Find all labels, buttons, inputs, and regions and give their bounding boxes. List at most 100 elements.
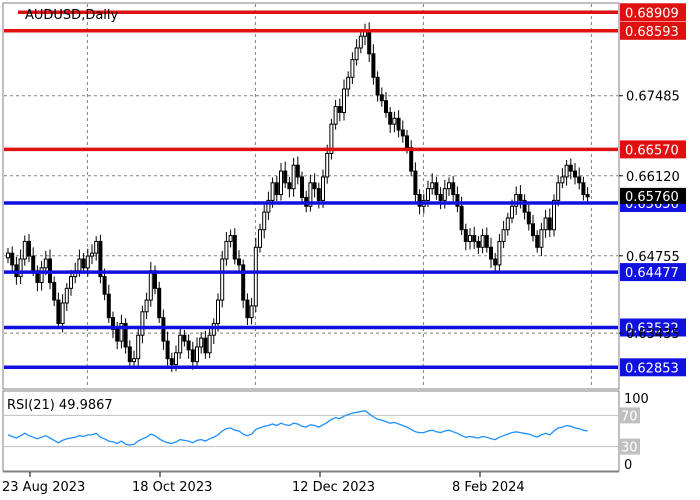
candle-body	[480, 235, 485, 248]
candle-body	[413, 170, 418, 196]
candle-body	[505, 217, 510, 231]
candle-body	[27, 240, 31, 257]
candle-body	[321, 176, 325, 201]
candle-body	[203, 337, 208, 354]
candle-body	[358, 35, 363, 49]
candle-body	[102, 276, 107, 295]
candle-body	[497, 240, 502, 266]
candle-body	[140, 311, 145, 336]
candle-body	[18, 258, 23, 278]
candle-body	[426, 188, 430, 201]
candle-body	[136, 334, 141, 360]
candle-body	[270, 182, 275, 201]
candle-body	[90, 252, 94, 257]
candle-body	[468, 235, 472, 242]
candle-body	[77, 258, 82, 272]
candle-body	[577, 176, 582, 184]
level-price-label: 0.64477	[625, 266, 679, 281]
rsi-level-label: 70	[621, 409, 638, 424]
candle-body	[127, 346, 132, 363]
candle-body	[144, 299, 149, 313]
candle-body	[342, 88, 346, 113]
candle-body	[388, 111, 393, 125]
rsi-axis-label: 100	[624, 392, 649, 407]
candle-body	[56, 299, 61, 325]
candle-body	[249, 305, 254, 319]
candle-body	[539, 229, 544, 248]
candle-body	[518, 194, 523, 201]
candle-body	[81, 258, 86, 269]
candle-body	[94, 240, 99, 254]
candle-body	[64, 287, 69, 304]
candle-body	[354, 47, 359, 61]
candle-body	[573, 170, 577, 178]
price-tick-label: 0.67485	[626, 90, 680, 105]
candle-body	[489, 246, 493, 260]
current-price-label: 0.65760	[625, 190, 679, 205]
candle-body	[484, 235, 489, 248]
candle-body	[438, 194, 443, 201]
candle-body	[493, 258, 498, 266]
candle-body	[207, 334, 212, 354]
candle-body	[476, 240, 481, 248]
candle-body	[190, 349, 195, 363]
candle-body	[560, 176, 565, 184]
candle-body	[178, 334, 183, 354]
candle-body	[52, 281, 57, 301]
candle-body	[405, 135, 409, 149]
candle-body	[69, 276, 73, 289]
candle-body	[543, 217, 548, 231]
candle-body	[279, 170, 283, 196]
candle-body	[526, 211, 531, 225]
candle-body	[581, 182, 586, 196]
candle-body	[564, 164, 569, 178]
candle-body	[132, 358, 136, 363]
candle-body	[379, 94, 384, 102]
candle-body	[182, 334, 187, 342]
candle-body	[535, 235, 540, 248]
price-tick-label: 0.64755	[626, 250, 680, 265]
candle-body	[106, 293, 111, 319]
candle-body	[568, 164, 573, 172]
candle-body	[463, 229, 468, 242]
candle-body	[552, 199, 556, 231]
candle-body	[333, 106, 338, 125]
level-price-label: 0.68909	[625, 6, 679, 21]
candle-body	[232, 235, 237, 260]
candle-body	[447, 182, 451, 190]
candle-body	[237, 258, 241, 266]
candle-body	[295, 164, 300, 178]
candle-body	[346, 76, 351, 90]
candle-body	[434, 182, 439, 196]
chart-canvas: AUDUSD,Daily 0.689090.685930.665700.6565…	[2, 2, 686, 495]
candle-body	[367, 29, 372, 55]
rsi-axis: 100 0 70 30	[620, 392, 649, 473]
candle-body	[585, 194, 590, 198]
candle-body	[220, 258, 225, 301]
candle-body	[291, 164, 296, 190]
rsi-level-label: 30	[621, 441, 638, 456]
candle-body	[39, 267, 44, 283]
candle-body	[253, 246, 258, 307]
candle-body	[174, 352, 178, 366]
candle-body	[85, 255, 90, 269]
candle-body	[375, 76, 380, 96]
candle-body	[396, 117, 401, 131]
candle-body	[547, 217, 552, 231]
candle-body	[262, 211, 267, 231]
candle-body	[161, 317, 166, 342]
candle-body	[337, 106, 342, 113]
candle-body	[400, 129, 405, 137]
candle-body	[287, 182, 292, 190]
level-price-label: 0.68593	[625, 25, 679, 40]
candle-body	[316, 188, 321, 201]
candle-body	[195, 346, 199, 363]
candle-body	[384, 100, 388, 113]
price-tick-label: 0.63435	[626, 327, 680, 342]
candle-body	[10, 252, 15, 266]
candle-body	[216, 299, 220, 325]
candle-body	[283, 170, 288, 184]
x-tick-label: 8 Feb 2024	[452, 480, 525, 495]
candle-body	[325, 152, 330, 178]
x-tick-label: 23 Aug 2023	[2, 480, 85, 495]
